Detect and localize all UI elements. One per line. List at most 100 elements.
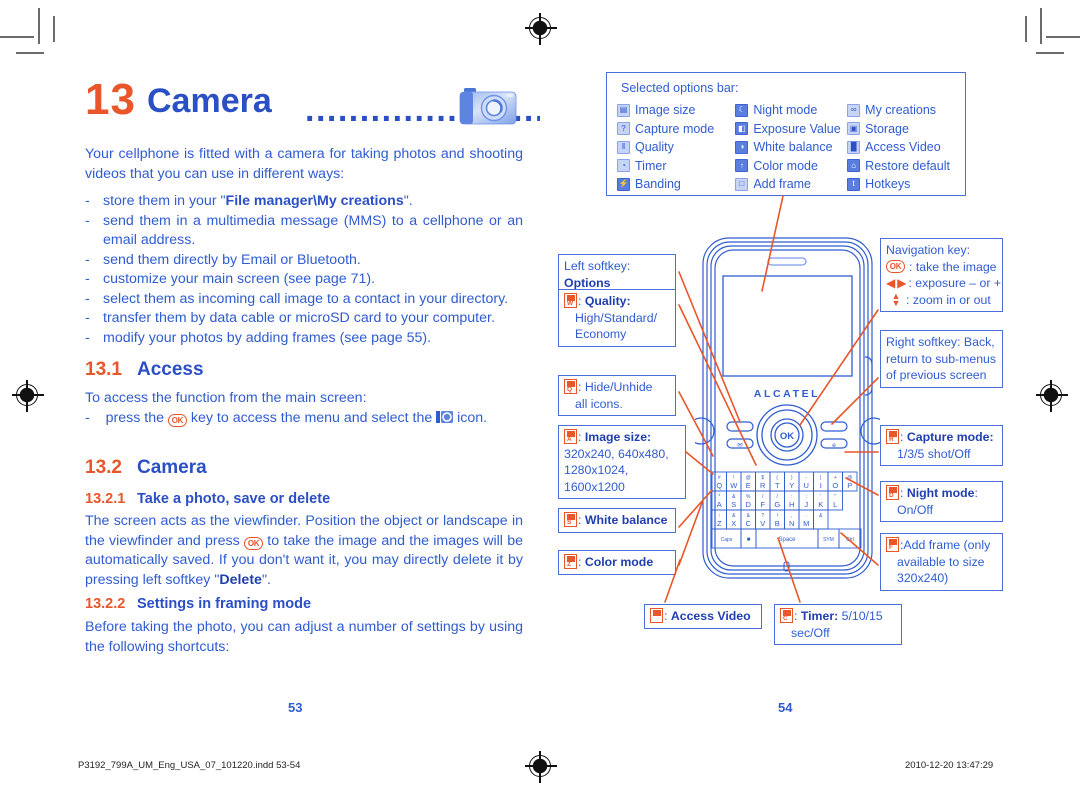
- intro-paragraph: Your cellphone is fitted with a camera f…: [85, 146, 523, 182]
- option-row[interactable]: ◔ Timer: [617, 157, 735, 176]
- option-row[interactable]: ◧ Exposure Value: [735, 120, 847, 139]
- add-frame-pre: :Add frame (only: [900, 538, 991, 552]
- svg-text:T: T: [775, 481, 780, 490]
- access-video-icon: █: [847, 140, 861, 154]
- bullet-dash: -: [85, 251, 90, 268]
- svg-text:U: U: [804, 481, 809, 490]
- option-row[interactable]: ▣ Storage: [847, 120, 959, 139]
- access-bullet-dash: -: [85, 410, 90, 426]
- timer-icon: ◔: [617, 159, 630, 173]
- option-row[interactable]: ▤ Image size: [617, 101, 735, 120]
- options-bar-columns: ▤ Image size? Capture mode ‖ Quality ◔ Timer ⚡ B…: [617, 101, 959, 194]
- feature-bullet: - send them in a multimedia message (MMS)…: [85, 212, 523, 251]
- section-13-2-1-number: 13.2.1: [85, 491, 126, 507]
- svg-text:B: B: [775, 519, 780, 528]
- bullet-text: customize your main screen (see page 71)…: [103, 271, 376, 287]
- timer-key-icon: C: [780, 608, 793, 623]
- option-row[interactable]: ↑ Color mode: [735, 157, 847, 176]
- option-label: Night mode: [753, 103, 818, 118]
- image-size-bold: Image size:: [584, 430, 652, 444]
- option-row[interactable]: t Hotkeys: [847, 175, 959, 194]
- ok-key-icon: OK: [167, 414, 187, 427]
- svg-text:ALCATEL: ALCATEL: [754, 388, 820, 400]
- option-label: Banding: [635, 177, 681, 192]
- option-row[interactable]: ∞ My creations: [847, 101, 959, 120]
- selected-options-bar-box: Selected options bar: ▤ Image size? Captur…: [606, 72, 966, 196]
- quality-line-2: Economy: [575, 327, 627, 341]
- hide-unhide-callout: Q: Hide/Unhide all icons.: [558, 375, 676, 416]
- take-photo-text-c: ".: [261, 572, 271, 589]
- svg-text:OK: OK: [780, 431, 794, 442]
- chapter-number: 13: [85, 75, 136, 124]
- left-right-arrow-icon: ◀▶: [886, 276, 909, 290]
- right-page-number: 54: [778, 700, 793, 715]
- section-13-2-2-title: Settings in framing mode: [137, 596, 312, 612]
- option-label: Exposure Value: [753, 121, 841, 136]
- option-row[interactable]: ? Capture mode: [617, 120, 735, 139]
- svg-text:Y: Y: [789, 481, 794, 490]
- hotkeys-icon: t: [847, 177, 861, 191]
- image-size-callout: A: Image size: 320x240, 640x480, 1280x10…: [558, 425, 686, 499]
- option-label: Quality: [635, 140, 674, 155]
- night-mode-icon: ☾: [735, 103, 749, 117]
- svg-text:L: L: [833, 500, 837, 509]
- bullet-dash: -: [85, 193, 90, 209]
- exposure-value-icon: ◧: [735, 122, 749, 136]
- capture-mode-callout: R: Capture mode: 1/3/5 shot/Off: [880, 425, 1003, 466]
- image-size-line-1: 320x240, 640x480,: [564, 446, 669, 461]
- option-row[interactable]: ⚡ Banding: [617, 175, 735, 194]
- right-softkey-line-2: return to sub-menus: [886, 351, 997, 366]
- access-bullet-pre: press the: [105, 410, 164, 426]
- svg-text:&: &: [819, 513, 823, 519]
- left-page-number: 53: [288, 700, 303, 715]
- capture-mode-bold: Capture mode:: [906, 430, 994, 444]
- timer-callout: C: Timer: 5/10/15 sec/Off: [774, 604, 902, 645]
- option-label: Access Video: [865, 140, 941, 155]
- section-13-2-1-heading: 13.2.1 Take a photo, save or delete: [85, 489, 330, 509]
- capture-mode-key-icon: R: [886, 429, 899, 444]
- bullet-text: select them as incoming call image to a …: [103, 290, 509, 307]
- option-label: Storage: [865, 121, 909, 136]
- feature-bullet: - store them in your "File manager\My cre…: [85, 192, 523, 212]
- white-balance-bold: White balance: [584, 513, 668, 527]
- feature-bullet: - modify your photos by adding frames (se…: [85, 329, 523, 349]
- white-balance-callout: S: White balance: [558, 508, 676, 533]
- add-frame-key-icon: F: [886, 537, 899, 552]
- option-row[interactable]: □ Add frame: [735, 175, 847, 194]
- night-mode-bold: Night mode: [906, 486, 975, 500]
- right-softkey-line-1: Right softkey: Back,: [886, 335, 995, 349]
- bullet-text: store them in your "File manager\My crea…: [103, 193, 413, 209]
- options-column-3: ∞ My creations ▣ Storage █ Access Video ⌂ Resto…: [847, 101, 959, 194]
- section-13-1-heading: 13.1 Access: [85, 358, 204, 382]
- navigation-take-image-text: : take the image: [909, 259, 997, 274]
- option-row[interactable]: ☾ Night mode: [735, 101, 847, 120]
- access-intro: To access the function from the main scr…: [85, 390, 367, 406]
- night-mode-line-1: On/Off: [897, 502, 933, 517]
- bullet-dash: -: [85, 310, 90, 326]
- svg-text:A: A: [717, 500, 722, 509]
- option-row[interactable]: ◑ White balance: [735, 138, 847, 157]
- image-size-line-2: 1280x1024, 1600x1200: [564, 463, 629, 494]
- quality-icon: ‖: [617, 140, 630, 154]
- svg-text:V: V: [760, 519, 765, 528]
- color-mode-bold: Color mode: [584, 555, 654, 569]
- svg-text:K: K: [818, 500, 823, 509]
- white-balance-key-icon: S: [564, 512, 577, 527]
- feature-bullet-list: - store them in your "File manager\My cre…: [85, 192, 523, 348]
- svg-text:P: P: [847, 481, 852, 490]
- navigation-zoom-row: ▲ ▼ : zoom in or out: [886, 291, 997, 309]
- bullet-bold-text: File manager\My creations: [225, 193, 404, 209]
- bullet-text: send them in a multimedia message (MMS) …: [103, 212, 523, 249]
- access-video-bold: Access Video: [670, 609, 751, 623]
- svg-text:C: C: [746, 519, 752, 528]
- option-label: Restore default: [865, 158, 950, 173]
- camera-menu-icon: [436, 411, 454, 423]
- banding-icon: ⚡: [617, 177, 630, 191]
- svg-text:X: X: [731, 519, 736, 528]
- option-row[interactable]: ⌂ Restore default: [847, 157, 959, 176]
- svg-text:N: N: [789, 519, 794, 528]
- option-row[interactable]: █ Access Video: [847, 138, 959, 157]
- access-bullet: - press the OK key to access the menu an…: [85, 409, 523, 429]
- color-mode-key-icon: Z: [564, 554, 577, 569]
- option-row[interactable]: ‖ Quality: [617, 138, 735, 157]
